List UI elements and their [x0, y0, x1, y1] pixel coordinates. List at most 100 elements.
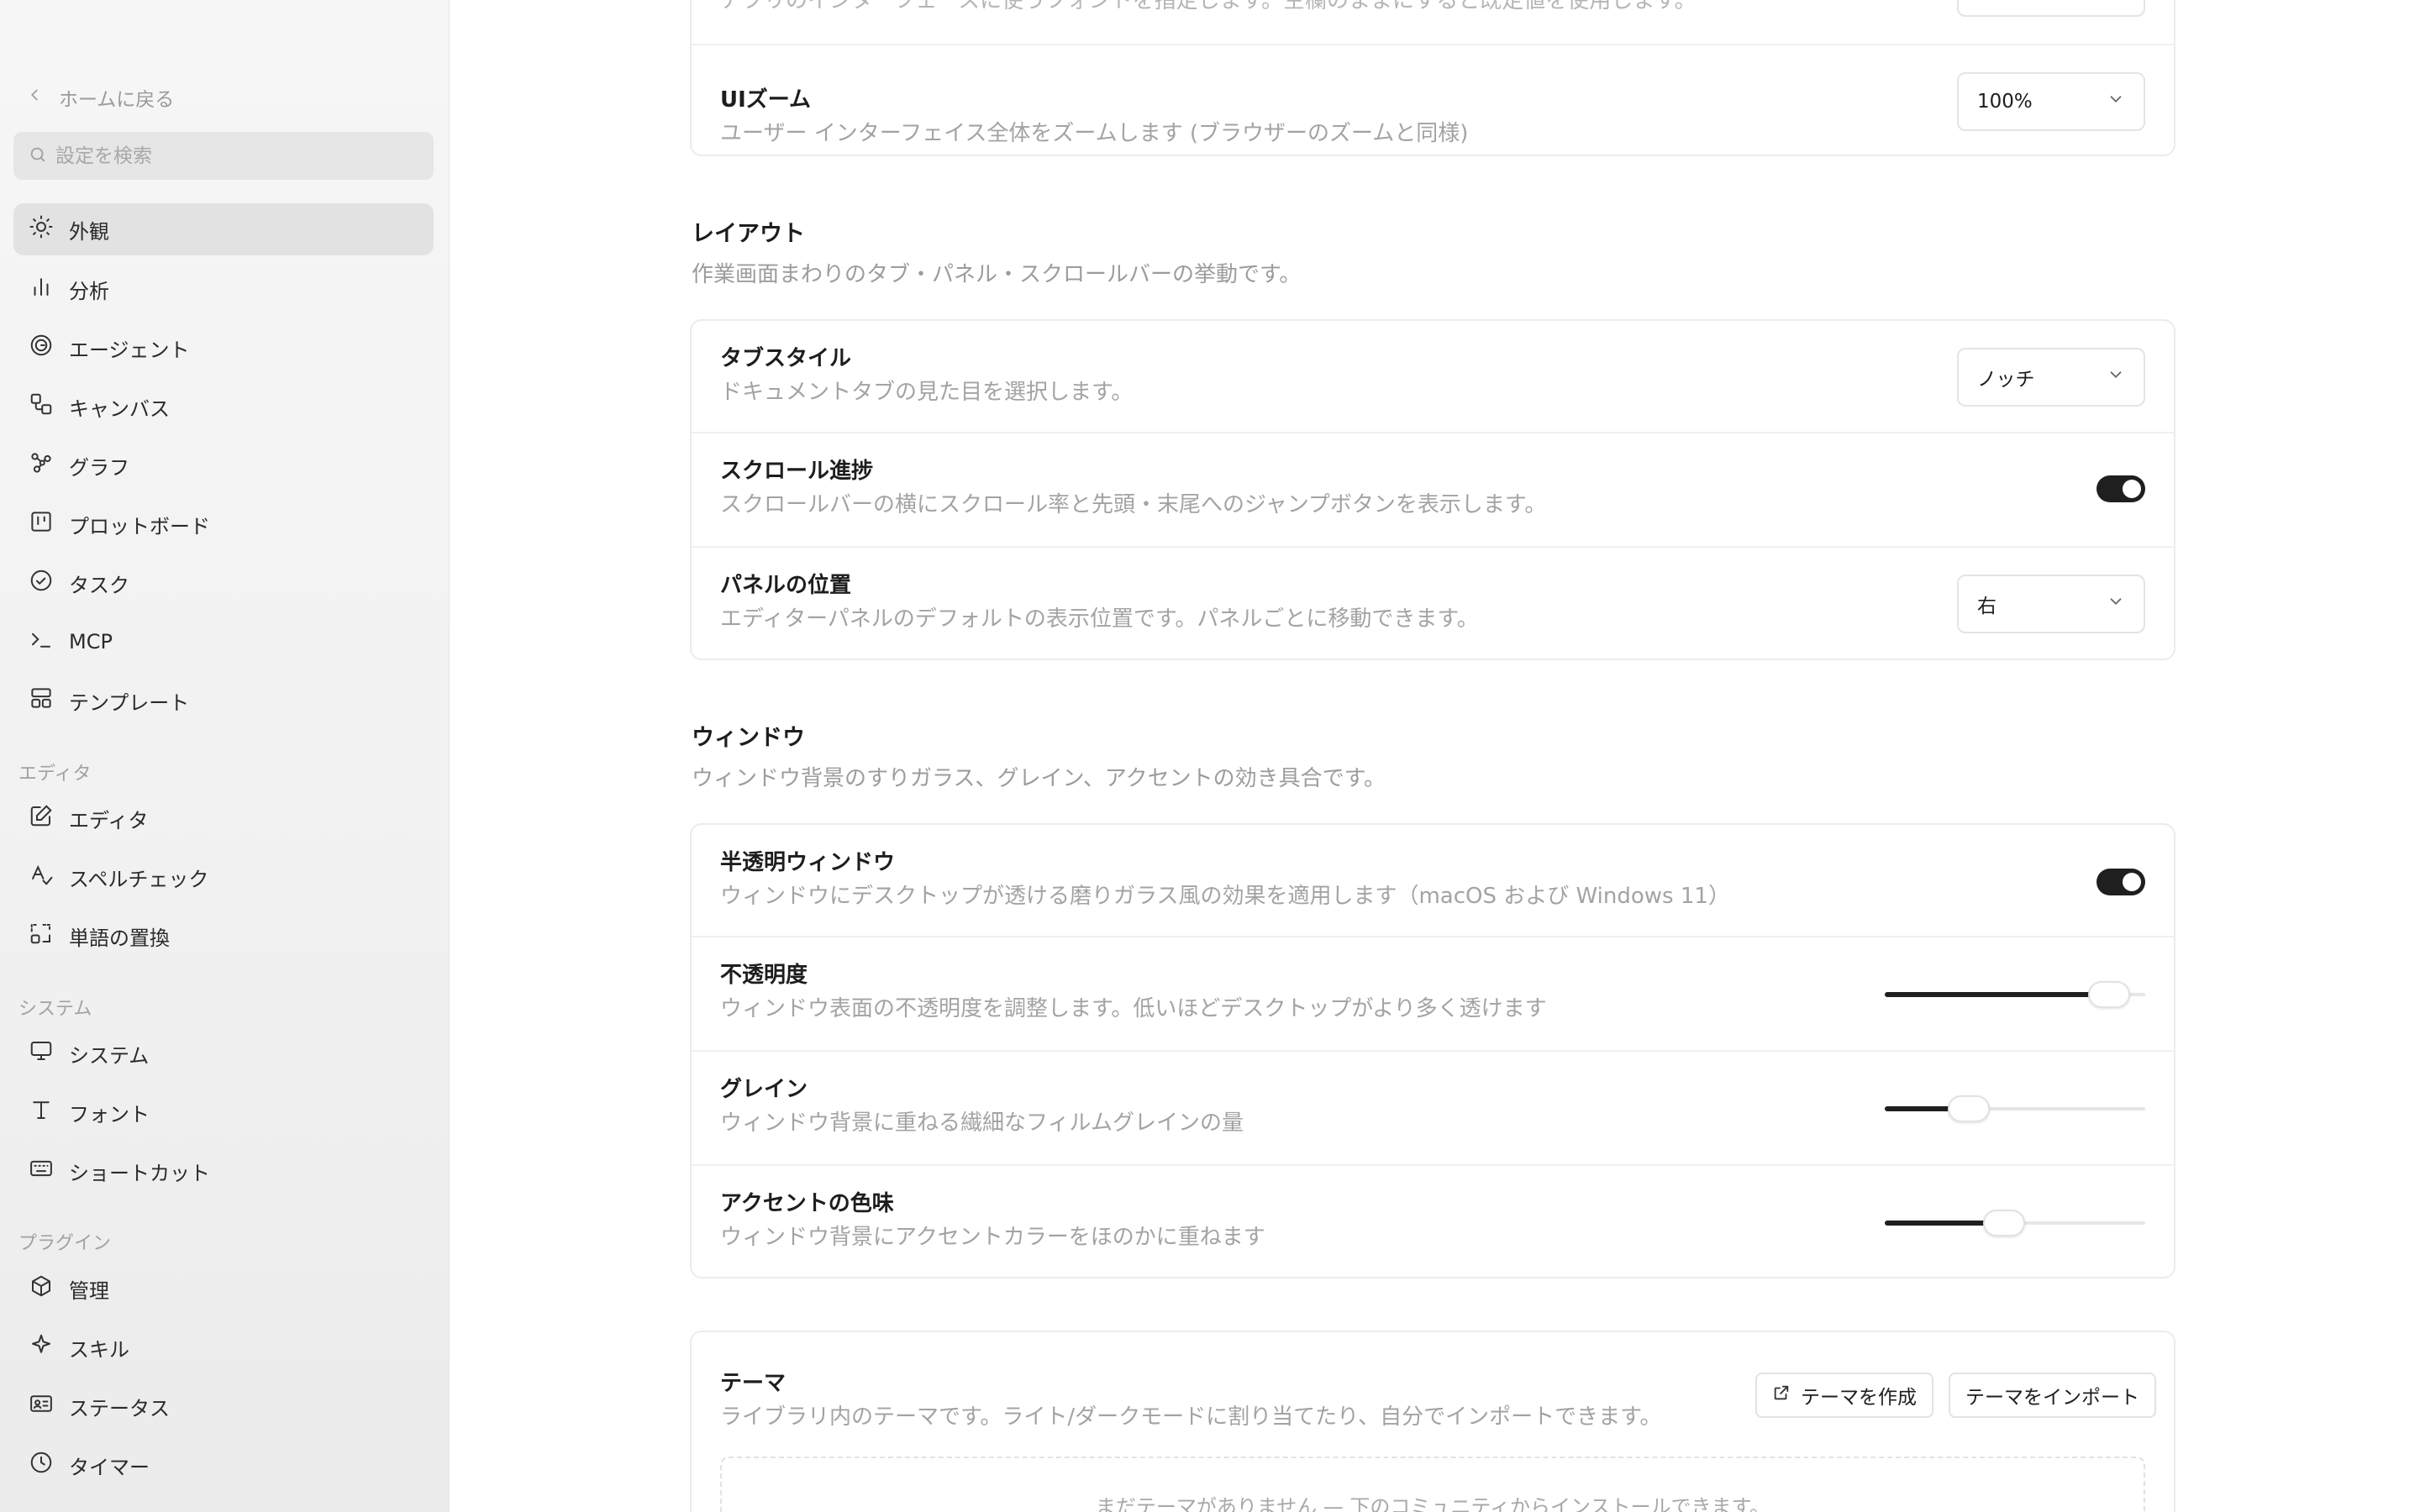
back-to-home-link[interactable]: ホームに戻る: [25, 81, 174, 114]
sidebar-item-label: プロットボード: [69, 514, 210, 538]
sidebar-item-skills[interactable]: スキル: [13, 1321, 434, 1373]
setting-desc: ウィンドウ背景に重ねる繊細なフィルムグレインの量: [720, 1110, 1244, 1136]
setting-title: 半透明ウィンドウ: [720, 850, 896, 875]
setting-title: タブスタイル: [720, 346, 852, 371]
scroll-progress-toggle[interactable]: [2096, 475, 2145, 502]
sidebar-item-canvas[interactable]: キャンバス: [13, 381, 434, 433]
setting-row-panel-position: パネルの位置 エディターパネルのデフォルトの表示位置です。パネルごとに移動できま…: [692, 548, 2174, 662]
setting-desc: スクロールバーの横にスクロール率と先頭・末尾へのジャンプボタンを表示します。: [720, 492, 1547, 517]
sidebar-item-analytics[interactable]: 分析: [13, 263, 434, 315]
tab-style-select[interactable]: ノッチ: [1957, 348, 2145, 407]
setting-desc: アプリのインターフェースに使うフォントを指定します。空欄のままにすると既定値を使…: [720, 0, 1697, 13]
sidebar-item-word-replace[interactable]: 単語の置換: [13, 910, 434, 962]
font-input-partial[interactable]: [1957, 0, 2145, 17]
button-label: テーマを作成: [1801, 1387, 1917, 1409]
setting-title: パネルの位置: [720, 573, 852, 598]
settings-main: アプリのインターフェースに使うフォントを指定します。空欄のままにすると既定値を使…: [449, 0, 2420, 1512]
select-value: ノッチ: [1977, 369, 2035, 391]
theme-card: テーマ ライブラリ内のテーマです。ライト/ダークモードに割り当てたり、自分でイン…: [690, 1331, 2175, 1512]
edit-icon: [29, 803, 54, 833]
sidebar-item-label: エージェント: [69, 338, 190, 362]
terminal-icon: [29, 627, 54, 657]
sidebar-item-label: 外観: [69, 219, 109, 244]
sidebar: ホームに戻る 外観 分析 エージェント キャンバス グラフ プロットボード タス…: [0, 0, 449, 1512]
empty-state-text: まだテーマがありません — 下のコミュニティからインストールできます。: [1095, 1495, 1770, 1512]
setting-row-grain: グレイン ウィンドウ背景に重ねる繊細なフィルムグレインの量: [692, 1052, 2174, 1166]
slider-thumb[interactable]: [1983, 1210, 2025, 1236]
sidebar-item-label: スキル: [69, 1337, 129, 1362]
slider-thumb[interactable]: [2088, 981, 2130, 1008]
sun-icon: [29, 214, 54, 244]
setting-desc: ウィンドウ表面の不透明度を調整します。低いほどデスクトップがより多く透けます: [720, 996, 1547, 1021]
setting-title: グレイン: [720, 1077, 808, 1102]
section-desc-layout: 作業画面まわりのタブ・パネル・スクロールバーの挙動です。: [692, 262, 1302, 287]
sidebar-item-spellcheck[interactable]: スペルチェック: [13, 851, 434, 903]
sidebar-item-manage[interactable]: 管理: [13, 1263, 434, 1315]
select-value: 100%: [1977, 91, 2033, 113]
opacity-slider[interactable]: [1885, 978, 2145, 1011]
sidebar-item-label: キャンバス: [69, 396, 170, 421]
spellcheck-icon: [29, 862, 54, 892]
replace-icon: [29, 921, 54, 951]
sidebar-item-label: 分析: [69, 279, 109, 303]
setting-row-translucent-window: 半透明ウィンドウ ウィンドウにデスクトップが透ける磨りガラス風の効果を適用します…: [692, 825, 2174, 937]
sidebar-item-graph[interactable]: グラフ: [13, 439, 434, 491]
window-card: 半透明ウィンドウ ウィンドウにデスクトップが透ける磨りガラス風の効果を適用します…: [690, 823, 2175, 1278]
settings-search[interactable]: [13, 132, 434, 180]
clock-icon: [29, 1450, 54, 1480]
sidebar-item-label: MCP: [69, 630, 113, 654]
sidebar-item-label: ステータス: [69, 1396, 170, 1420]
sidebar-item-mcp[interactable]: MCP: [13, 616, 434, 668]
check-circle-icon: [29, 568, 54, 598]
sidebar-item-appearance[interactable]: 外観: [13, 203, 434, 255]
sidebar-item-templates[interactable]: テンプレート: [13, 675, 434, 727]
setting-desc: エディターパネルのデフォルトの表示位置です。パネルごとに移動できます。: [720, 606, 1479, 632]
sidebar-item-fonts[interactable]: フォント: [13, 1086, 434, 1138]
font-settings-card: アプリのインターフェースに使うフォントを指定します。空欄のままにすると既定値を使…: [690, 0, 2175, 156]
setting-row-accent-tint: アクセントの色味 ウィンドウ背景にアクセントカラーをほのかに重ねます: [692, 1166, 2174, 1280]
board-icon: [29, 509, 54, 539]
ui-zoom-select[interactable]: 100%: [1957, 72, 2145, 131]
sidebar-item-plotboard[interactable]: プロットボード: [13, 498, 434, 550]
theme-empty-state: まだテーマがありません — 下のコミュニティからインストールできます。: [720, 1457, 2145, 1512]
slider-fill: [1885, 992, 2109, 997]
sidebar-group-label: システム: [18, 999, 92, 1020]
setting-row-opacity: 不透明度 ウィンドウ表面の不透明度を調整します。低いほどデスクトップがより多く透…: [692, 937, 2174, 1052]
setting-row-scroll-progress: スクロール進捗 スクロールバーの横にスクロール率と先頭・末尾へのジャンプボタンを…: [692, 433, 2174, 548]
chevron-left-icon: [25, 86, 44, 109]
sidebar-item-label: グラフ: [69, 455, 129, 480]
accent-tint-slider[interactable]: [1885, 1206, 2145, 1240]
search-input[interactable]: [55, 144, 408, 167]
setting-title: アクセントの色味: [720, 1191, 894, 1216]
canvas-icon: [29, 391, 54, 422]
spiral-icon: [29, 333, 54, 363]
sidebar-item-label: 管理: [69, 1278, 109, 1303]
setting-desc: ウィンドウにデスクトップが透ける磨りガラス風の効果を適用します（macOS およ…: [720, 884, 1730, 909]
import-theme-button[interactable]: テーマをインポート: [1949, 1373, 2156, 1418]
sparkle-icon: [29, 1332, 54, 1362]
panel-position-select[interactable]: 右: [1957, 575, 2145, 633]
sidebar-item-tasks[interactable]: タスク: [13, 557, 434, 609]
sidebar-item-agent[interactable]: エージェント: [13, 322, 434, 374]
sidebar-item-system[interactable]: システム: [13, 1027, 434, 1079]
grain-slider[interactable]: [1885, 1092, 2145, 1126]
sidebar-item-timer[interactable]: タイマー: [13, 1439, 434, 1491]
theme-desc: ライブラリ内のテーマです。ライト/ダークモードに割り当てたり、自分でインポートで…: [720, 1404, 1662, 1430]
translucent-window-toggle[interactable]: [2096, 869, 2145, 895]
section-desc-window: ウィンドウ背景のすりガラス、グレイン、アクセントの効き具合です。: [692, 766, 1386, 791]
external-link-icon: [1772, 1383, 1791, 1407]
graph-icon: [29, 450, 54, 480]
layout-card: タブスタイル ドキュメントタブの見た目を選択します。 ノッチ スクロール進捗 ス…: [690, 319, 2175, 660]
sidebar-item-label: ショートカット: [69, 1161, 210, 1185]
sidebar-item-shortcuts[interactable]: ショートカット: [13, 1145, 434, 1197]
sidebar-item-status[interactable]: ステータス: [13, 1380, 434, 1432]
setting-title: スクロール進捗: [720, 459, 874, 484]
monitor-icon: [29, 1038, 54, 1068]
id-card-icon: [29, 1391, 54, 1421]
sidebar-item-editor[interactable]: エディタ: [13, 792, 434, 844]
sidebar-item-label: エディタ: [69, 808, 149, 832]
sidebar-item-label: テンプレート: [69, 690, 190, 715]
slider-thumb[interactable]: [1948, 1095, 1990, 1122]
sidebar-item-label: フォント: [69, 1102, 150, 1126]
create-theme-button[interactable]: テーマを作成: [1755, 1373, 1933, 1418]
